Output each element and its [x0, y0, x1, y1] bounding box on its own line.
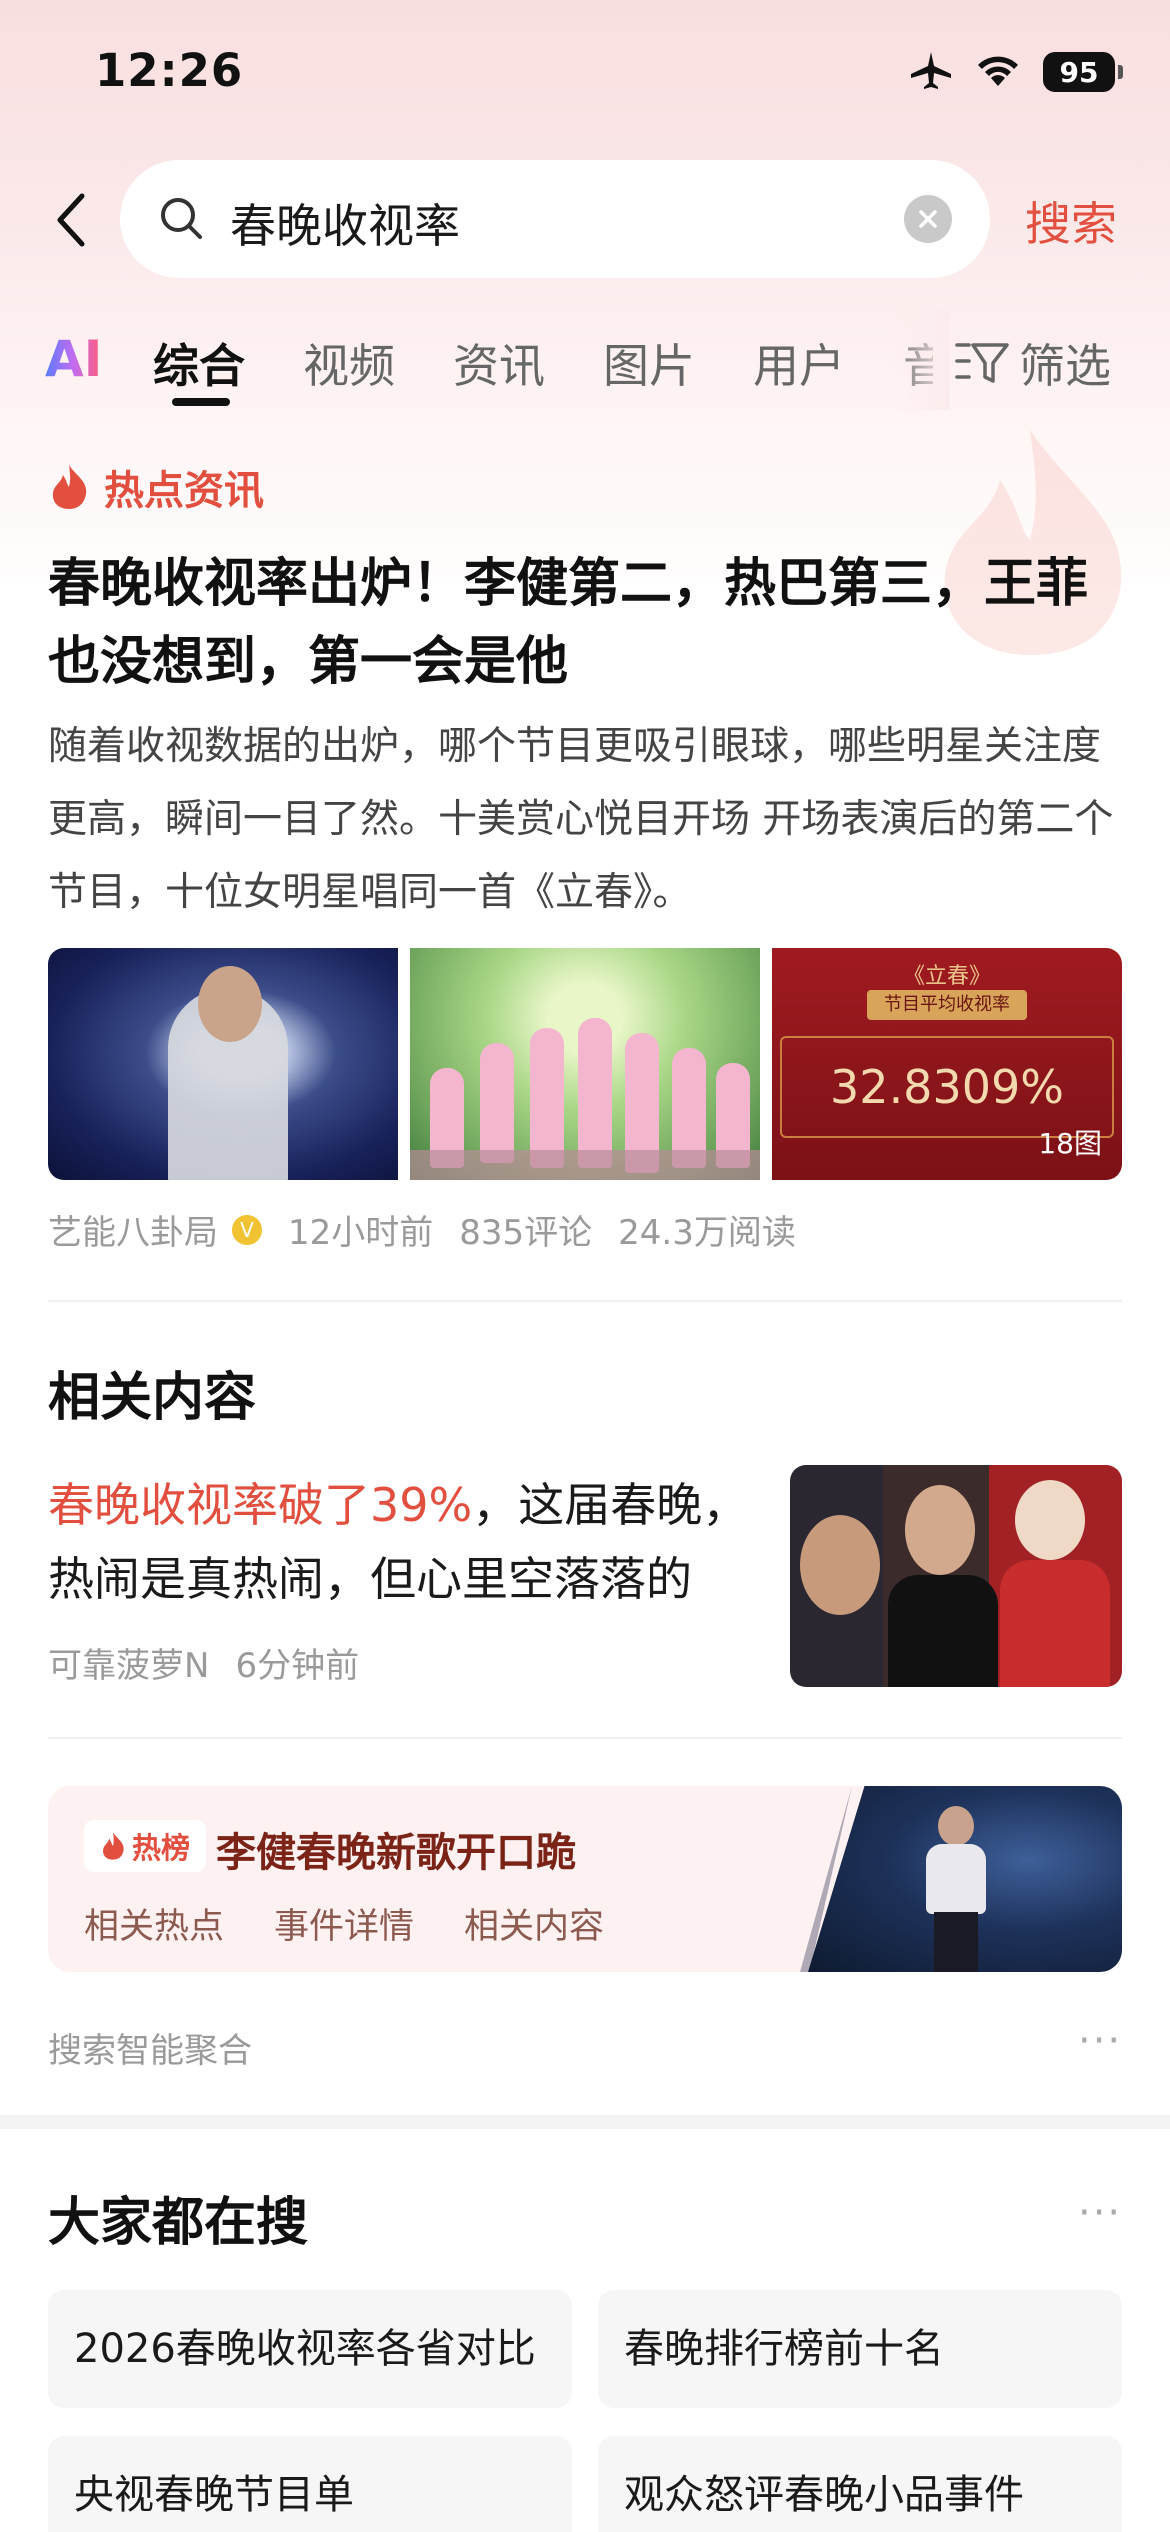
- flame-icon: [52, 465, 87, 509]
- stage-bar: [410, 1150, 760, 1180]
- performer-head: [938, 1806, 974, 1846]
- article-image-3[interactable]: 《立春》 节目平均收视率 32.8309% 18图: [772, 948, 1122, 1180]
- filter-label: 筛选: [1019, 339, 1111, 393]
- tab-bar: AI 综合 视频 资讯 图片 用户 音 筛选: [0, 310, 1170, 410]
- clear-icon[interactable]: [904, 195, 952, 243]
- tab-ai[interactable]: AI: [45, 330, 102, 388]
- search-icon: [158, 195, 206, 247]
- aggregation-label: 搜索智能聚合: [48, 2031, 252, 2071]
- article-summary[interactable]: 随着收视数据的出炉，哪个节目更吸引眼球，哪些明星关注度更高，瞬间一目了然。十美赏…: [48, 710, 1128, 929]
- search-button[interactable]: 搜索: [1025, 188, 1117, 254]
- status-bar: 12:26 95: [0, 0, 1170, 150]
- image3-tag: 节目平均收视率: [867, 990, 1027, 1020]
- filter-button[interactable]: 筛选: [955, 330, 1111, 396]
- popular-search-item[interactable]: 2026春晚收视率各省对比: [48, 2290, 572, 2408]
- suit-figure: [888, 1575, 998, 1687]
- image3-value: 32.8309%: [830, 1060, 1064, 1114]
- tab-video[interactable]: 视频: [303, 330, 395, 396]
- hot-list-card[interactable]: 热榜 李健春晚新歌开口跪 相关热点 事件详情 相关内容: [48, 1786, 1122, 1972]
- divider: [48, 1737, 1122, 1739]
- tab-fade: [890, 310, 950, 410]
- hot-news-label-text: 热点资讯: [104, 468, 264, 514]
- hot-list-badge: 热榜: [84, 1820, 207, 1872]
- tab-comprehensive[interactable]: 综合: [153, 330, 245, 396]
- related-highlight: 春晚收视率破了39%: [48, 1478, 473, 1532]
- article-meta: 艺能八卦局 V 12小时前 835评论 24.3万阅读: [48, 1205, 796, 1254]
- article-reads: 24.3万阅读: [618, 1213, 796, 1253]
- performer-body: [926, 1844, 986, 1914]
- article-time: 12小时前: [288, 1213, 434, 1253]
- article-image-2[interactable]: [410, 948, 760, 1180]
- dancer-figure: [480, 1043, 514, 1163]
- hot-list-link-related-content[interactable]: 相关内容: [464, 1898, 604, 1949]
- airplane-icon: [909, 50, 953, 94]
- popular-search-item[interactable]: 春晚排行榜前十名: [598, 2290, 1122, 2408]
- article-image-row[interactable]: 《立春》 节目平均收视率 32.8309% 18图: [48, 948, 1122, 1180]
- search-input[interactable]: 春晚收视率: [120, 160, 990, 278]
- tab-news[interactable]: 资讯: [453, 330, 545, 396]
- section-separator: [0, 2115, 1170, 2129]
- flame-icon: [103, 1832, 124, 1860]
- dancer-figure: [530, 1028, 564, 1168]
- wifi-icon: [975, 52, 1021, 92]
- filter-icon: [955, 343, 1009, 383]
- hot-list-badge-label: 热榜: [132, 1831, 191, 1865]
- popular-section-title: 大家都在搜: [48, 2193, 309, 2253]
- back-button[interactable]: [40, 180, 100, 260]
- related-section-title: 相关内容: [48, 1368, 257, 1428]
- related-article-image[interactable]: [790, 1465, 1122, 1687]
- singer-head: [198, 966, 262, 1042]
- performer-legs: [934, 1912, 978, 1972]
- hot-list-links: 相关热点 事件详情 相关内容: [84, 1898, 604, 1949]
- related-meta: 可靠菠萝N 6分钟前: [48, 1638, 359, 1687]
- chevron-left-icon: [57, 193, 85, 247]
- search-query-text[interactable]: 春晚收视率: [230, 190, 460, 256]
- hot-list-link-event-details[interactable]: 事件详情: [274, 1898, 414, 1949]
- tab-images[interactable]: 图片: [603, 330, 695, 396]
- hot-list-link-related-hot[interactable]: 相关热点: [84, 1898, 224, 1949]
- article-author[interactable]: 艺能八卦局: [48, 1205, 218, 1254]
- status-icons: 95: [909, 50, 1123, 94]
- popular-search-item[interactable]: 央视春晚节目单: [48, 2436, 572, 2532]
- face-figure: [905, 1485, 975, 1575]
- dancer-figure: [578, 1018, 612, 1168]
- divider: [48, 1300, 1122, 1302]
- article-image-1[interactable]: [48, 948, 398, 1180]
- related-author[interactable]: 可靠菠萝N: [48, 1638, 209, 1687]
- popular-search-item[interactable]: 观众怒评春晚小品事件: [598, 2436, 1122, 2532]
- article-comments: 835评论: [459, 1213, 593, 1253]
- face-figure: [800, 1515, 880, 1615]
- search-results-page: 12:26 95 春晚收视率 搜索 AI 综合 视频 资讯 图片 用户 筛选 热…: [0, 0, 1170, 2532]
- image3-title: 《立春》: [902, 964, 991, 989]
- status-time: 12:26: [95, 44, 244, 97]
- more-icon[interactable]: ···: [1078, 2018, 1122, 2064]
- hot-list-image[interactable]: [808, 1786, 1122, 1972]
- active-tab-indicator: [172, 398, 230, 406]
- image-count: 18图: [1038, 1127, 1102, 1160]
- related-article-title[interactable]: 春晚收视率破了39%，这届春晚，热闹是真热闹，但心里空落落的: [48, 1468, 768, 1616]
- tab-users[interactable]: 用户: [753, 330, 845, 396]
- hot-news-label: 热点资讯: [48, 458, 264, 516]
- article-title[interactable]: 春晚收视率出炉！李健第二，热巴第三，王菲也没想到，第一会是他: [48, 545, 1128, 701]
- face-figure: [1015, 1480, 1085, 1560]
- related-time: 6分钟前: [235, 1646, 360, 1686]
- battery-icon: 95: [1043, 52, 1123, 92]
- verified-icon: V: [232, 1214, 262, 1245]
- red-outfit-figure: [1000, 1560, 1110, 1687]
- more-icon[interactable]: ···: [1078, 2190, 1122, 2236]
- hot-list-title[interactable]: 李健春晚新歌开口跪: [216, 1820, 576, 1878]
